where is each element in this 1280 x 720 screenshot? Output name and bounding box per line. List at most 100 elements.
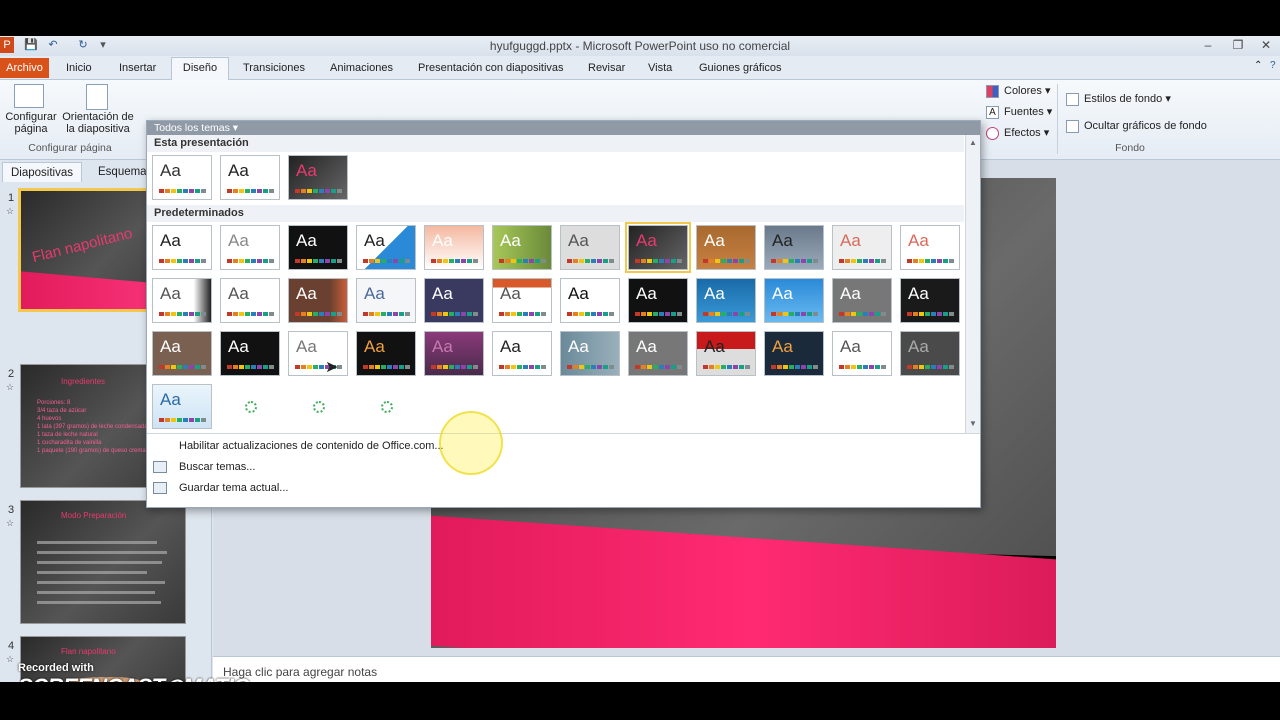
theme-color-swatches	[771, 259, 818, 263]
gallery-header[interactable]: Todos los temas ▾	[147, 121, 980, 135]
theme-sample-text: Aa	[364, 337, 385, 356]
theme-thumbnail[interactable]: Aa	[625, 222, 691, 273]
notes-area[interactable]: Haga clic para agregar notas	[213, 656, 1280, 682]
theme-thumbnail[interactable]: Aa	[696, 331, 756, 376]
scroll-down-icon[interactable]: ▼	[968, 419, 978, 428]
scroll-up-icon[interactable]: ▲	[968, 138, 978, 147]
theme-thumbnail[interactable]: Aa	[424, 225, 484, 270]
effects-button[interactable]: Efectos ▾	[986, 124, 1049, 142]
theme-thumbnail[interactable]: Aa	[424, 278, 484, 323]
checkbox-icon	[1066, 120, 1079, 133]
collapse-ribbon-icon[interactable]: ⌃	[1254, 58, 1262, 73]
theme-thumbnail[interactable]: Aa	[764, 225, 824, 270]
theme-thumbnail[interactable]: Aa	[492, 225, 552, 270]
theme-thumbnail[interactable]: Aa	[628, 331, 688, 376]
theme-thumbnail[interactable]: Aa	[900, 278, 960, 323]
theme-color-swatches	[227, 259, 274, 263]
gallery-scrollbar[interactable]: ▲ ▼	[965, 135, 980, 433]
theme-thumbnail[interactable]: Aa	[764, 278, 824, 323]
theme-thumbnail[interactable]: Aa	[152, 384, 212, 429]
theme-thumbnail[interactable]: Aa	[764, 331, 824, 376]
theme-color-swatches	[839, 365, 886, 369]
enable-office-updates-command[interactable]: Habilitar actualizaciones de contenido d…	[179, 438, 444, 454]
theme-thumbnail[interactable]: Aa	[356, 278, 416, 323]
theme-thumbnail[interactable]: Aa	[152, 331, 212, 376]
theme-color-swatches	[839, 259, 886, 263]
tab-slides[interactable]: Diapositivas	[2, 162, 82, 182]
slide-title: Ingredientes	[61, 377, 106, 386]
theme-sample-text: Aa	[500, 231, 521, 250]
tab-insertar[interactable]: Insertar	[119, 60, 156, 76]
fonts-button[interactable]: A Fuentes ▾	[986, 103, 1052, 121]
slide-thumbnail-3[interactable]: Modo Preparación	[20, 500, 186, 624]
theme-thumbnail[interactable]: Aa	[560, 225, 620, 270]
page-setup-button[interactable]: Configurar página	[2, 111, 60, 135]
powerpoint-window: P 💾 ↶ ↻ ▾ hyufguggd.pptx - Microsoft Pow…	[0, 36, 1280, 682]
tab-vista[interactable]: Vista	[648, 60, 672, 76]
theme-thumbnail[interactable]: Aa	[492, 331, 552, 376]
slide-ingredients: Porciones: 8 3/4 taza de azúcar 4 huevos…	[37, 400, 148, 454]
colors-button[interactable]: Colores ▾	[986, 82, 1050, 100]
slide-title: Flan napolitano	[61, 647, 116, 656]
theme-thumbnail[interactable]: Aa	[696, 225, 756, 270]
theme-thumbnail[interactable]: Aa	[628, 278, 688, 323]
theme-thumbnail[interactable]: Aa	[696, 278, 756, 323]
background-styles-button[interactable]: Estilos de fondo ▾	[1066, 90, 1171, 108]
tab-presentacion[interactable]: Presentación con diapositivas	[418, 60, 564, 76]
theme-thumbnail[interactable]: Aa	[288, 155, 348, 200]
theme-thumbnail[interactable]: Aa	[424, 331, 484, 376]
theme-thumbnail[interactable]: Aa	[288, 225, 348, 270]
minimize-button[interactable]: –	[1196, 38, 1220, 54]
tab-outline[interactable]: Esquema	[90, 162, 155, 182]
theme-thumbnail[interactable]: Aa	[492, 278, 552, 323]
hide-background-checkbox[interactable]: Ocultar gráficos de fondo	[1066, 117, 1207, 135]
theme-thumbnail[interactable]: Aa	[220, 278, 280, 323]
theme-thumbnail[interactable]: Aa	[288, 278, 348, 323]
theme-thumbnail[interactable]: Aa	[220, 331, 280, 376]
save-current-theme-command[interactable]: Guardar tema actual...	[179, 480, 288, 496]
theme-thumbnail[interactable]: Aa	[560, 331, 620, 376]
tab-transiciones[interactable]: Transiciones	[243, 60, 305, 76]
tab-diseno[interactable]: Diseño	[171, 57, 229, 80]
tab-file[interactable]: Archivo	[0, 58, 49, 78]
slide-title: Modo Preparación	[61, 511, 127, 520]
theme-color-swatches	[839, 312, 886, 316]
theme-sample-text: Aa	[228, 337, 249, 356]
theme-thumbnail[interactable]: Aa	[152, 155, 212, 200]
theme-thumbnail[interactable]: Aa	[832, 331, 892, 376]
orientation-icon	[86, 84, 108, 110]
orientation-button[interactable]: Orientación de la diapositiva	[60, 111, 136, 135]
tab-guiones[interactable]: Guiones gráficos	[699, 60, 782, 76]
restore-button[interactable]: ❐	[1226, 38, 1250, 54]
watermark-line1: Recorded with	[18, 662, 94, 674]
theme-sample-text: Aa	[840, 284, 861, 303]
theme-thumbnail[interactable]: Aa	[356, 331, 416, 376]
tab-inicio[interactable]: Inicio	[66, 60, 92, 76]
theme-thumbnail[interactable]: Aa	[832, 278, 892, 323]
theme-thumbnail[interactable]: Aa	[288, 331, 348, 376]
theme-thumbnail[interactable]: Aa	[832, 225, 892, 270]
theme-sample-text: Aa	[772, 337, 793, 356]
theme-thumbnail[interactable]: Aa	[560, 278, 620, 323]
theme-thumbnail[interactable]: Aa	[900, 331, 960, 376]
theme-thumbnail[interactable]: Aa	[152, 278, 212, 323]
tab-animaciones[interactable]: Animaciones	[330, 60, 393, 76]
browse-themes-command[interactable]: Buscar temas...	[179, 459, 255, 475]
gallery-divider	[147, 433, 980, 434]
tab-revisar[interactable]: Revisar	[588, 60, 625, 76]
theme-sample-text: Aa	[772, 284, 793, 303]
section-current-presentation: Esta presentación	[147, 135, 964, 152]
help-icon[interactable]: ?	[1270, 58, 1276, 73]
theme-thumbnail[interactable]: Aa	[152, 225, 212, 270]
theme-sample-text: Aa	[296, 284, 317, 303]
close-button[interactable]: ✕	[1254, 38, 1278, 54]
theme-sample-text: Aa	[840, 337, 861, 356]
effects-icon	[986, 127, 999, 140]
theme-sample-text: Aa	[160, 337, 181, 356]
theme-thumbnail[interactable]: Aa	[356, 225, 416, 270]
theme-color-swatches	[363, 365, 410, 369]
theme-thumbnail[interactable]: Aa	[220, 225, 280, 270]
browse-themes-icon	[153, 461, 167, 473]
theme-thumbnail[interactable]: Aa	[900, 225, 960, 270]
theme-thumbnail[interactable]: Aa	[220, 155, 280, 200]
